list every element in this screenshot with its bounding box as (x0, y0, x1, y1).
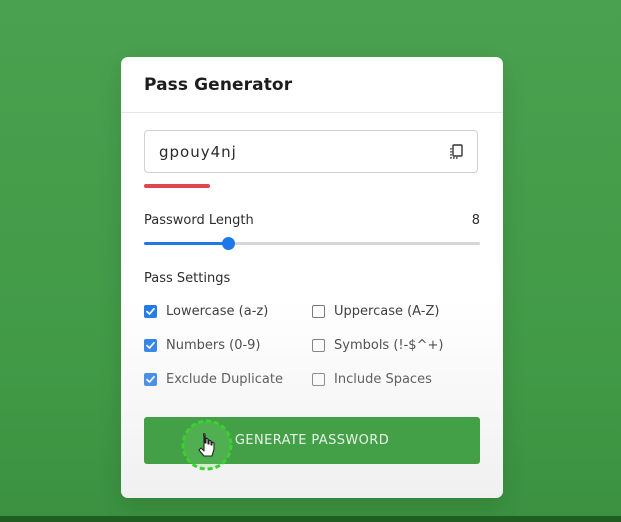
option-label: Symbols (!-$^+) (334, 338, 444, 353)
card-header: Pass Generator (121, 57, 503, 113)
slider-fill (144, 242, 228, 245)
password-input[interactable] (159, 142, 419, 161)
option-label: Uppercase (A-Z) (334, 304, 440, 319)
lowercase-checkbox[interactable] (144, 305, 157, 318)
option-lowercase[interactable]: Lowercase (a-z) (144, 304, 268, 319)
length-value: 8 (471, 213, 480, 228)
length-label: Password Length (144, 213, 254, 228)
option-exclude-duplicate[interactable]: Exclude Duplicate (144, 372, 283, 387)
slider-thumb[interactable] (222, 237, 235, 250)
generate-password-button[interactable]: GENERATE PASSWORD (144, 417, 480, 464)
card-title: Pass Generator (144, 74, 293, 95)
bottom-bar (0, 516, 621, 522)
length-row: Password Length 8 (144, 213, 480, 228)
strength-indicator (144, 184, 210, 188)
option-symbols[interactable]: Symbols (!-$^+) (312, 338, 443, 353)
settings-label: Pass Settings (144, 271, 231, 286)
length-slider[interactable] (144, 237, 480, 250)
option-label: Lowercase (a-z) (166, 304, 269, 319)
option-uppercase[interactable]: Uppercase (A-Z) (312, 304, 439, 319)
numbers-checkbox[interactable] (144, 339, 157, 352)
exclude-duplicate-checkbox[interactable] (144, 373, 157, 386)
option-label: Include Spaces (334, 372, 432, 387)
uppercase-checkbox[interactable] (312, 305, 325, 318)
option-include-spaces[interactable]: Include Spaces (312, 372, 432, 387)
symbols-checkbox[interactable] (312, 339, 325, 352)
copy-icon[interactable] (448, 143, 464, 161)
include-spaces-checkbox[interactable] (312, 373, 325, 386)
password-display[interactable] (144, 130, 478, 173)
pass-generator-card: Pass Generator Password Length 8 Pass Se… (121, 57, 503, 498)
option-label: Numbers (0-9) (166, 338, 261, 353)
option-label: Exclude Duplicate (166, 372, 283, 387)
option-numbers[interactable]: Numbers (0-9) (144, 338, 261, 353)
